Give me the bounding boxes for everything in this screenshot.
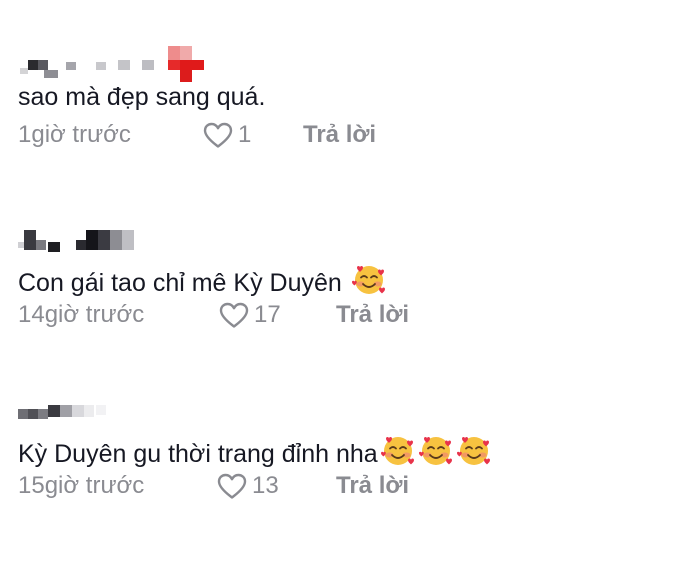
smiling-face-with-hearts-icon: [380, 433, 416, 467]
like-count: 13: [252, 472, 279, 499]
username-redacted[interactable]: [18, 46, 238, 82]
heart-outline-icon[interactable]: [218, 301, 250, 329]
comment-time: 1giờ trước: [18, 121, 131, 148]
username-redacted[interactable]: [18, 226, 238, 262]
comment-time: 15giờ trước: [18, 472, 145, 499]
reply-button[interactable]: Trả lời: [336, 469, 409, 503]
comment-text-content: sao mà đẹp sang quá.: [18, 83, 266, 111]
smiling-face-with-hearts-icon: [351, 262, 387, 296]
like-button[interactable]: 13: [216, 469, 279, 503]
reply-button[interactable]: Trả lời: [336, 298, 409, 332]
comment-text-content: Kỳ Duyên gu thời trang đỉnh nha: [18, 440, 378, 468]
comment-text: sao mà đẹp sang quá.: [18, 82, 678, 112]
reply-button[interactable]: Trả lời: [303, 118, 376, 152]
comment-text: Kỳ Duyên gu thời trang đỉnh nha: [18, 433, 678, 468]
heart-outline-icon[interactable]: [216, 472, 248, 500]
smiling-face-with-hearts-icon: [456, 433, 492, 467]
like-button[interactable]: 17: [218, 298, 281, 332]
comment-time: 14giờ trước: [18, 301, 145, 328]
username-redacted[interactable]: [18, 403, 238, 433]
comment-item: Kỳ Duyên gu thời trang đỉnh nha 15giờ tr…: [18, 403, 678, 503]
comment-text: Con gái tao chỉ mê Kỳ Duyên: [18, 262, 678, 297]
comment-meta: 15giờ trước 13 Trả lời: [18, 469, 678, 503]
like-count: 1: [238, 121, 252, 148]
smiling-face-with-hearts-icon: [418, 433, 454, 467]
comment-text-content: Con gái tao chỉ mê Kỳ Duyên: [18, 269, 342, 297]
comment-item: sao mà đẹp sang quá. 1giờ trước 1 Trả lờ…: [18, 46, 678, 152]
comment-meta: 14giờ trước 17 Trả lời: [18, 298, 678, 332]
like-button[interactable]: 1: [202, 118, 251, 152]
comment-item: Con gái tao chỉ mê Kỳ Duyên 14giờ trước: [18, 226, 678, 332]
heart-outline-icon[interactable]: [202, 121, 234, 149]
comment-meta: 1giờ trước 1 Trả lời: [18, 118, 678, 152]
like-count: 17: [254, 301, 281, 328]
